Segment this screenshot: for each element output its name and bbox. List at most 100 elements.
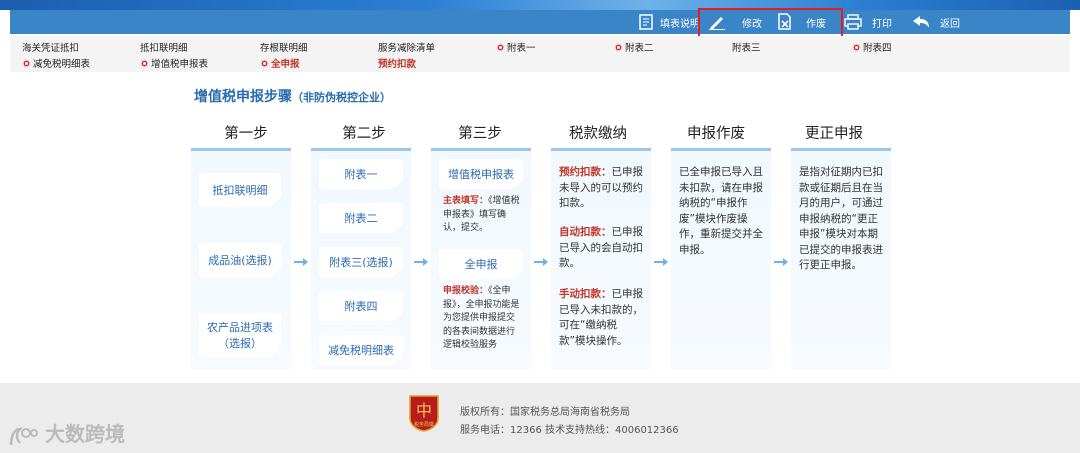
link-label: 预约扣款	[378, 59, 417, 70]
link-schedule-3[interactable]: 附表三	[732, 40, 761, 54]
copyright-text: 版权所有：国家税务总局海南省税务局	[460, 407, 630, 418]
gear-icon	[260, 58, 269, 68]
card-label: 附表一	[344, 168, 378, 181]
tax-emblem-logo: 中 税务局徽	[409, 395, 439, 432]
print-label: 打印	[872, 18, 892, 30]
note-label: 预约扣款：	[559, 166, 612, 178]
link-label: 全申报	[271, 59, 300, 70]
card-label: 农产品进项表	[207, 321, 273, 334]
watermark-text: 大数跨境	[44, 422, 125, 446]
link-stub-detail[interactable]: 存根联明细	[260, 40, 308, 54]
gear-icon	[496, 42, 505, 52]
arrow-icon	[774, 258, 788, 266]
toolbar: 填表说明 修改 作废 打印 返回	[10, 10, 1070, 34]
note-label: 自动扣款：	[559, 226, 612, 238]
footer	[0, 383, 1080, 453]
manual-deduction-text: 手动扣款：已申报已导入未扣款的，可在“缴纳税款”模块操作。	[559, 287, 643, 349]
subtitle-text: （非防伪税控企业）	[292, 91, 391, 104]
step-title-3: 第三步	[458, 126, 502, 142]
card-label: 减免税明细表	[328, 344, 394, 357]
link-schedule-1[interactable]: 附表一	[496, 40, 536, 54]
step2-column: 附表一 附表二 附表三(选报) 附表四 减免税明细表	[311, 148, 411, 370]
page-title: 增值税申报步骤（非防伪税控企业）	[194, 86, 391, 106]
watermark-logo-icon	[9, 427, 38, 445]
link-label: 附表二	[625, 43, 654, 54]
vat-return-card[interactable]: 增值税申报表	[439, 159, 523, 189]
link-full-declare[interactable]: 全申报	[260, 56, 300, 70]
link-scheduled-deduction[interactable]: 预约扣款	[378, 56, 416, 70]
svg-text:中: 中	[416, 401, 432, 420]
full-declare-card[interactable]: 全申报	[439, 249, 523, 279]
card-label: 附表二	[344, 212, 378, 225]
void-column: 已全申报已导入且未扣款，请在申报纳税的“申报作废”模块作废操作，重新提交并全申报…	[671, 148, 771, 370]
highlight-box	[698, 8, 843, 39]
card-label: 附表四	[344, 300, 378, 313]
title-text: 增值税申报步骤	[194, 89, 292, 105]
tax-exemption-card[interactable]: 减免税明细表	[319, 335, 403, 365]
fill-help-label: 填表说明	[660, 18, 700, 30]
schedule-3-card[interactable]: 附表三(选报)	[319, 247, 403, 277]
back-label: 返回	[940, 18, 960, 30]
correction-description: 是指对征期内已扣款或征期后且在当月的用户，可通过申报纳税的“更正申报”模块对本期…	[799, 166, 883, 271]
svg-text:税务局徽: 税务局徽	[414, 421, 434, 428]
correction-column: 是指对征期内已扣款或征期后且在当月的用户，可通过申报纳税的“更正申报”模块对本期…	[791, 148, 891, 370]
step-title-1: 第一步	[224, 126, 268, 142]
card-label: 抵扣联明细	[212, 184, 268, 197]
step-title-6: 更正申报	[805, 126, 863, 142]
card-label: 附表三(选报)	[329, 256, 393, 269]
link-schedule-2[interactable]: 附表二	[614, 40, 654, 54]
schedule-2-card[interactable]: 附表二	[319, 203, 403, 233]
step3-column: 增值税申报表 主表填写：《增值税申报表》填写确认，提交。 全申报 申报校验：《全…	[431, 148, 531, 370]
gear-icon	[852, 42, 861, 52]
link-service-deduction[interactable]: 服务减除清单	[378, 40, 435, 54]
link-label: 附表一	[507, 43, 536, 54]
refined-oil-card[interactable]: 成品油(选报)	[199, 243, 281, 277]
schedule-4-card[interactable]: 附表四	[319, 291, 403, 321]
service-phone-text: 服务电话：12366 技术支持热线：4006012366	[460, 425, 679, 436]
printer-icon	[844, 14, 862, 30]
link-tax-exemption[interactable]: 减免税明细表	[22, 56, 90, 70]
gear-icon	[22, 58, 31, 68]
link-schedule-4[interactable]: 附表四	[852, 40, 892, 54]
auto-deduction-text: 自动扣款：已申报已导入的会自动扣款。	[559, 225, 643, 272]
farm-product-card[interactable]: 农产品进项表 （选报）	[199, 313, 281, 357]
link-label: 附表三	[732, 43, 761, 54]
back-button[interactable]: 返回	[908, 10, 964, 34]
link-label: 减免税明细表	[33, 59, 91, 70]
deduction-detail-card[interactable]: 抵扣联明细	[199, 173, 281, 207]
link-label: 海关凭证抵扣	[22, 43, 80, 54]
gear-icon	[614, 42, 623, 52]
validation-note: 申报校验：《全申报》，全申报功能是为您提供申报提交的各表间数据进行逻辑校验服务	[443, 285, 523, 353]
card-label: 成品油(选报)	[208, 254, 272, 267]
step-title-5: 申报作废	[687, 126, 745, 142]
print-button[interactable]: 打印	[840, 10, 896, 34]
top-banner	[0, 0, 1080, 10]
arrow-icon	[414, 258, 428, 266]
arrow-icon	[654, 258, 668, 266]
card-label-sub: （选报）	[218, 337, 262, 350]
document-icon	[639, 14, 653, 30]
link-label: 增值税申报表	[151, 59, 209, 70]
fill-help-button[interactable]: 填表说明	[634, 10, 704, 34]
step-title-2: 第二步	[342, 126, 386, 142]
main-form-note: 主表填写：《增值税申报表》填写确认，提交。	[443, 195, 523, 236]
link-label: 服务减除清单	[378, 43, 436, 54]
watermark: 大数跨境	[8, 418, 125, 447]
void-description: 已全申报已导入且未扣款，请在申报纳税的“申报作废”模块作废操作，重新提交并全申报…	[679, 166, 763, 256]
back-arrow-icon	[913, 16, 929, 28]
scheduled-deduction-text: 预约扣款：已申报未导入的可以预约扣款。	[559, 165, 643, 212]
link-customs-voucher[interactable]: 海关凭证抵扣	[22, 40, 79, 54]
step1-column: 抵扣联明细 成品油(选报) 农产品进项表 （选报）	[191, 148, 291, 370]
link-vat-return[interactable]: 增值税申报表	[140, 56, 208, 70]
gear-icon	[140, 58, 149, 68]
schedule-1-card[interactable]: 附表一	[319, 159, 403, 189]
payment-column: 预约扣款：已申报未导入的可以预约扣款。 自动扣款：已申报已导入的会自动扣款。 手…	[551, 148, 651, 370]
arrow-icon	[294, 258, 308, 266]
link-label: 附表四	[863, 43, 892, 54]
form-links: 海关凭证抵扣 抵扣联明细 存根联明细 服务减除清单 附表一 附表二 附表三 附表…	[10, 36, 1070, 72]
link-deduction-detail[interactable]: 抵扣联明细	[140, 40, 188, 54]
note-label: 手动扣款：	[559, 288, 612, 300]
note-label: 申报校验：	[443, 286, 489, 296]
card-label: 全申报	[464, 258, 498, 271]
link-label: 存根联明细	[260, 43, 308, 54]
